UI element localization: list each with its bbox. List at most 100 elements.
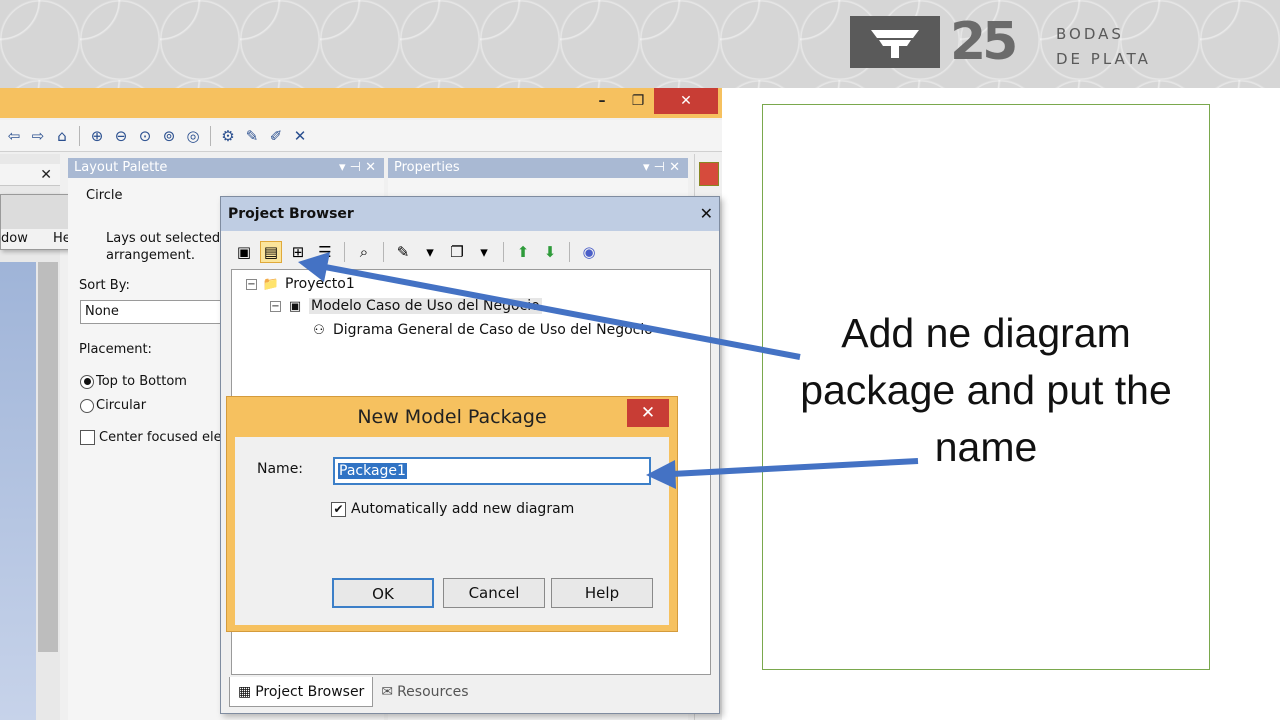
chevron-down-icon[interactable]: ▾ [419, 241, 441, 263]
tree-item-diagram[interactable]: ⚇ Digrama General de Caso de Uso del Neg… [310, 322, 653, 338]
layout-palette-title: Layout Palette [74, 160, 168, 175]
package-name-input[interactable]: Package1 [333, 457, 651, 485]
logo-text-block: BODAS DE PLATA [1056, 17, 1151, 67]
radio-unselected-icon [80, 398, 94, 413]
project-browser-close-button[interactable]: ✕ [700, 197, 713, 231]
left-scrollbar[interactable] [38, 262, 58, 652]
use-case-diagram-icon: ⚇ [313, 322, 325, 338]
layout-description: Lays out selected arrangement. [106, 231, 221, 263]
help-button[interactable]: Help [551, 578, 653, 608]
logo-year: 25 [950, 12, 1018, 72]
toolbar-separator [79, 125, 80, 146]
zoom-reset-icon[interactable]: ◎ [183, 126, 203, 146]
move-up-icon[interactable]: ⬆ [512, 241, 534, 263]
ok-button[interactable]: OK [332, 578, 434, 608]
toolbar-separator [344, 242, 345, 262]
dialog-body: Name: Package1 ✔ Automatically add new d… [235, 437, 669, 625]
caption-text: Add ne diagram package and put the name [800, 310, 1172, 470]
properties-controls[interactable]: ▾ ⊣ ✕ [643, 158, 680, 178]
brush-icon[interactable]: ✐ [266, 126, 286, 146]
tab-label: Resources [397, 684, 469, 700]
layout-icon[interactable]: ⚙ [218, 126, 238, 146]
layout-name[interactable]: Circle [86, 188, 123, 203]
dialog-close-button[interactable]: ✕ [627, 399, 669, 427]
tab-resources[interactable]: ✉ Resources [373, 677, 476, 707]
zoom-selection-icon[interactable]: ⊚ [159, 126, 179, 146]
move-down-icon[interactable]: ⬇ [539, 241, 561, 263]
package-name-value: Package1 [338, 463, 407, 479]
placement-top-to-bottom-radio[interactable]: Top to Bottom [80, 374, 187, 389]
edit-icon[interactable]: ✎ [392, 241, 414, 263]
find-icon[interactable]: ⌕ [353, 241, 375, 263]
project-folder-icon: 📁 [262, 276, 280, 292]
auto-add-diagram-checkbox[interactable]: ✔ Automatically add new diagram [331, 501, 574, 517]
tab-project-browser[interactable]: ▦ Project Browser [229, 677, 374, 707]
properties-list-icon[interactable]: ☰ [314, 241, 336, 263]
back-arrow-icon[interactable]: ⇦ [4, 126, 24, 146]
radio-selected-icon [80, 374, 94, 389]
toolbar-separator [503, 242, 504, 262]
logo-line-2: DE PLATA [1056, 50, 1151, 68]
name-label: Name: [257, 461, 304, 477]
zoom-out-icon[interactable]: ⊖ [111, 126, 131, 146]
project-browser-toolbar: ▣ ▤ ⊞ ☰ ⌕ ✎ ▾ ❐ ▾ ⬆ ⬇ ◉ [233, 237, 600, 267]
placement-label: Placement: [79, 342, 152, 357]
collapse-icon[interactable]: − [270, 300, 281, 312]
slide: 25 BODAS DE PLATA – ❐ ✕ ⇦ ⇨ ⌂ ⊕ ⊖ ⊙ ⊚ ◎ … [0, 0, 1280, 720]
forward-arrow-icon[interactable]: ⇨ [28, 126, 48, 146]
tab-label: Project Browser [255, 683, 365, 700]
new-diagram-icon[interactable]: ▣ [233, 241, 255, 263]
toolbar-separator [210, 125, 211, 146]
dialog-title: New Model Package [357, 406, 547, 428]
main-toolbar: ⇦ ⇨ ⌂ ⊕ ⊖ ⊙ ⊚ ◎ ⚙ ✎ ✐ ✕ [0, 120, 722, 152]
tree-item-label: Digrama General de Caso de Uso del Negoc… [333, 322, 653, 338]
properties-icon[interactable]: ✎ [242, 126, 262, 146]
project-browser-tabs: ▦ Project Browser ✉ Resources [229, 677, 477, 707]
tree-item-package[interactable]: − ▣ Modelo Caso de Uso del Negocio [270, 298, 542, 314]
logo: 25 BODAS DE PLATA [850, 16, 1151, 68]
close-window-button[interactable]: ✕ [654, 88, 718, 114]
minimize-button[interactable]: – [590, 88, 614, 114]
layout-palette-controls[interactable]: ▾ ⊣ ✕ [339, 158, 376, 178]
project-browser-titlebar: Project Browser ✕ [221, 197, 719, 231]
zoom-in-icon[interactable]: ⊕ [87, 126, 107, 146]
sort-by-label: Sort By: [79, 278, 130, 293]
toolbar-separator [383, 242, 384, 262]
help-icon[interactable]: ◉ [578, 241, 600, 263]
chevron-down-icon[interactable]: ▾ [473, 241, 495, 263]
layout-palette-header: Layout Palette ▾ ⊣ ✕ [68, 158, 384, 178]
center-focused-checkbox[interactable]: Center focused ele [80, 430, 222, 445]
hierarchy-icon[interactable]: ⊞ [287, 241, 309, 263]
properties-header: Properties ▾ ⊣ ✕ [388, 158, 688, 178]
delete-icon[interactable]: ✕ [290, 126, 310, 146]
toolbar-separator [569, 242, 570, 262]
collapse-icon[interactable]: − [246, 278, 257, 290]
project-browser-tab-icon: ▦ [238, 683, 252, 700]
tree-item-label: Modelo Caso de Uso del Negocio [309, 298, 542, 314]
checkbox-unchecked-icon [80, 430, 95, 445]
maximize-button[interactable]: ❐ [624, 88, 652, 114]
new-package-icon[interactable]: ▤ [260, 241, 282, 263]
header-banner: 25 BODAS DE PLATA [0, 0, 1280, 88]
view-icon[interactable]: ❐ [446, 241, 468, 263]
center-focused-label: Center focused ele [99, 430, 222, 445]
project-browser-title: Project Browser [228, 206, 354, 222]
tree-item-root[interactable]: − 📁 Proyecto1 [246, 276, 355, 292]
cancel-button[interactable]: Cancel [443, 578, 545, 608]
zoom-fit-icon[interactable]: ⊙ [135, 126, 155, 146]
package-icon: ▣ [288, 298, 302, 314]
placement-circular-radio[interactable]: Circular [80, 398, 146, 413]
placement-option-label: Circular [96, 398, 147, 413]
placement-option-label: Top to Bottom [96, 374, 187, 389]
menu-item-window[interactable]: dow [1, 231, 28, 246]
left-panel-close-button[interactable]: ✕ [40, 164, 52, 186]
home-icon[interactable]: ⌂ [52, 126, 72, 146]
flag-icon[interactable] [699, 162, 719, 186]
sort-by-select[interactable]: None [80, 300, 230, 324]
properties-title: Properties [394, 160, 460, 175]
auto-add-diagram-label: Automatically add new diagram [351, 501, 575, 517]
left-dock-header: ✕ [0, 164, 60, 186]
emblem-icon [871, 30, 919, 58]
new-model-package-dialog: New Model Package ✕ Name: Package1 ✔ Aut… [226, 396, 678, 632]
logo-line-1: BODAS [1056, 25, 1124, 43]
